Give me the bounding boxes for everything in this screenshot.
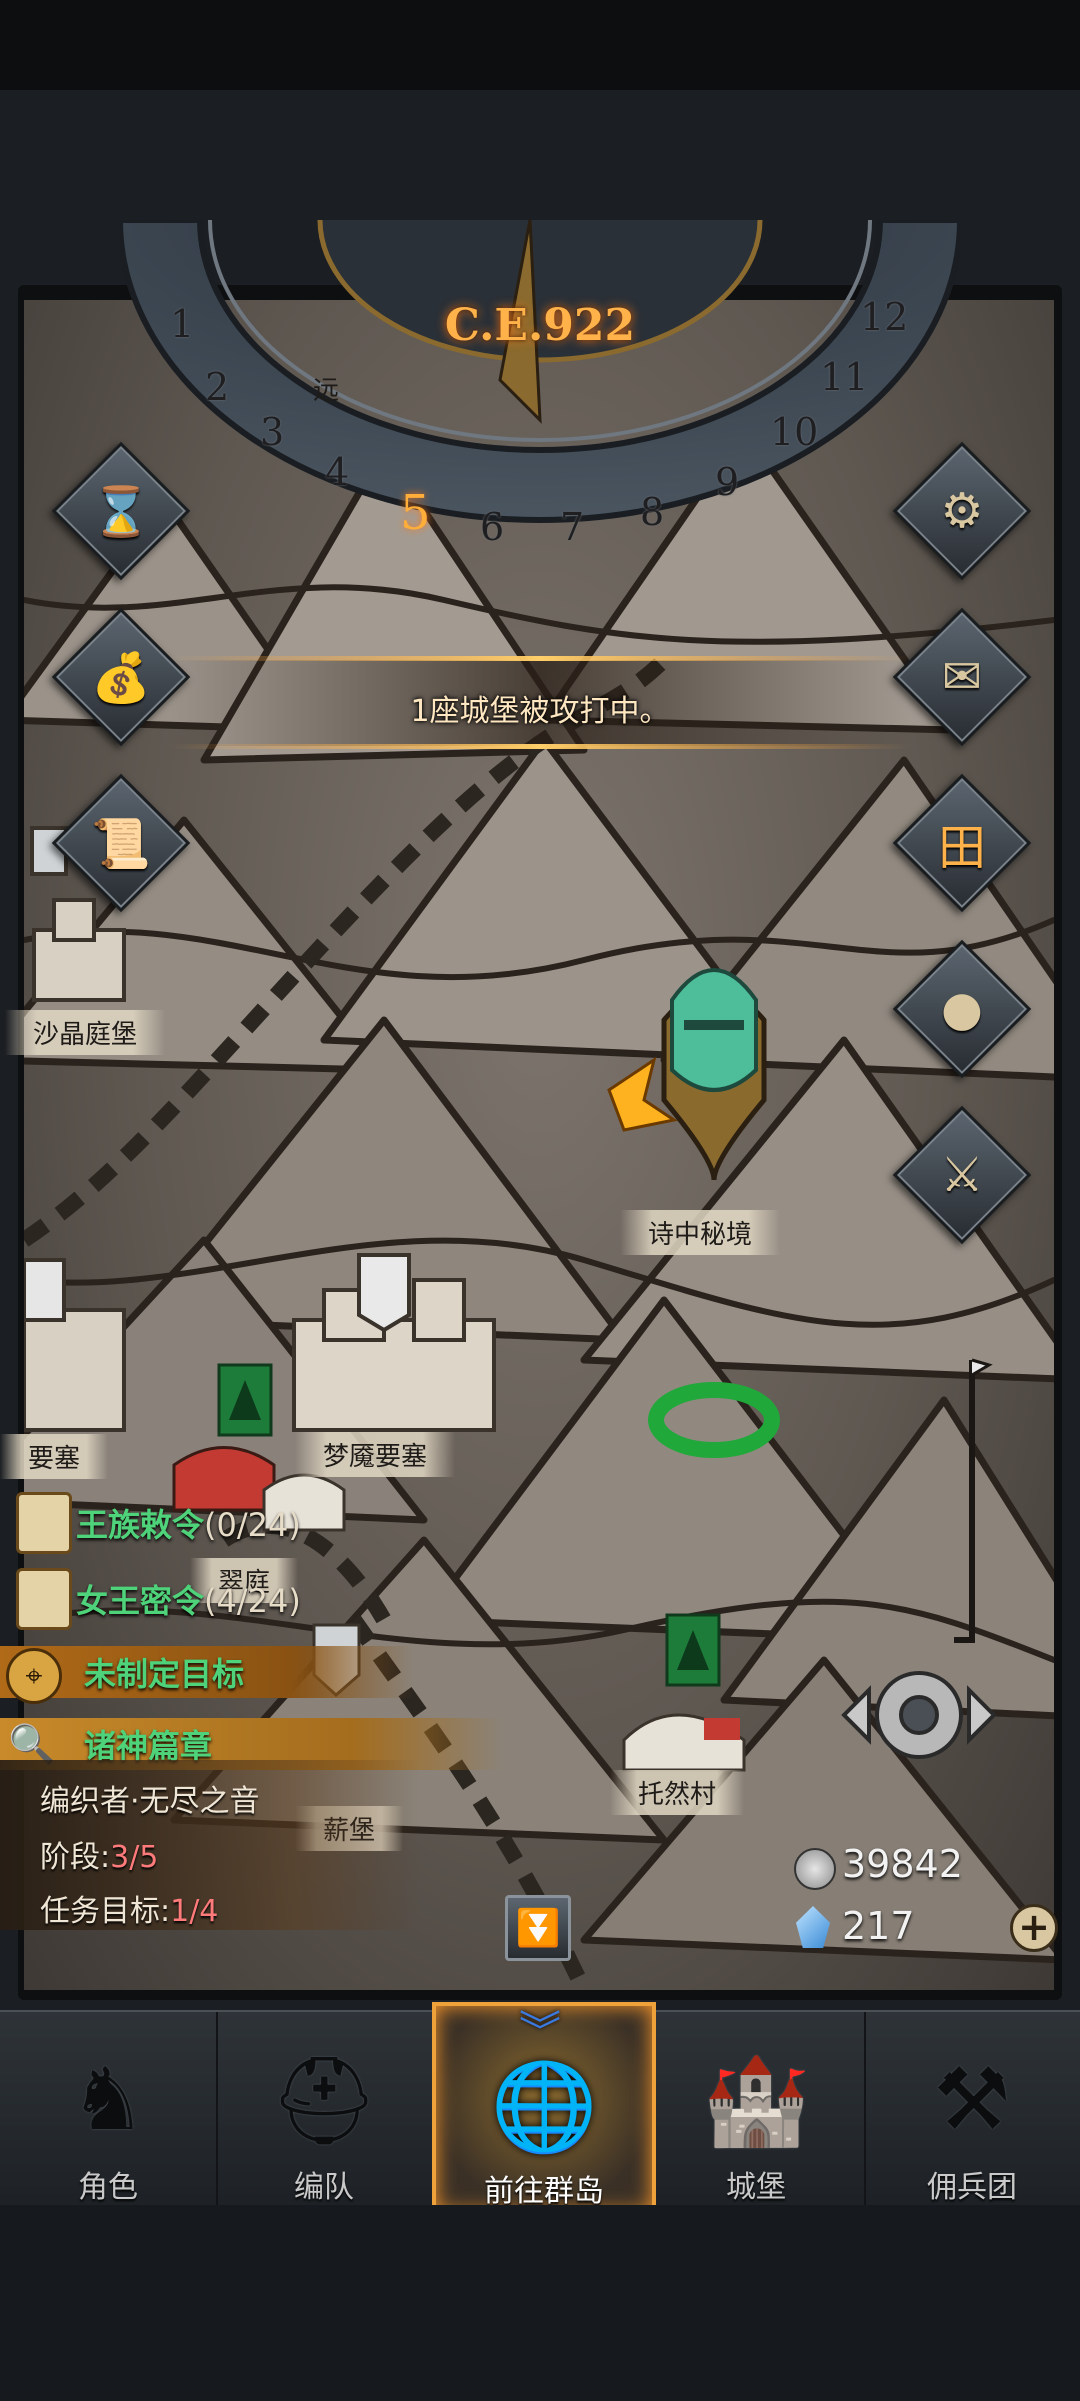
nav-tab-character[interactable]: ♞ 角色 — [0, 2012, 218, 2212]
nav-label-mercenary: 佣兵团 — [927, 2170, 1017, 2205]
month-3: 3 — [260, 410, 285, 454]
nav-tab-formation[interactable]: ⛑ 编队 — [216, 2012, 434, 2212]
place-label-torran[interactable]: 托然村 — [610, 1770, 745, 1815]
top-band — [0, 0, 1080, 90]
notice-text: 1座城堡被攻打中。 — [410, 694, 670, 729]
nav-tab-mercenary[interactable]: ⚒ 佣兵团 — [864, 2012, 1080, 2212]
settings-gear-icon: ⚙ — [940, 483, 984, 539]
collapse-arrow-icon: ⏬ — [515, 1908, 561, 1949]
coin-icon: ● — [941, 981, 983, 1037]
royal-order-label: 王族敕令 — [76, 1506, 205, 1544]
quest-target-value: 1/4 — [170, 1894, 219, 1929]
month-1: 1 — [170, 302, 195, 346]
month-7: 7 — [560, 505, 585, 549]
quest-stage-label: 阶段: — [40, 1840, 111, 1875]
place-label-dream-fortress[interactable]: 梦魇要塞 — [295, 1432, 456, 1477]
month-11: 11 — [820, 355, 869, 399]
castle-icon: 🏰 — [702, 2050, 810, 2151]
hourglass-icon: ⌛ — [91, 483, 151, 540]
bottom-band — [0, 2205, 1080, 2401]
quest-stage: 阶段:3/5 — [40, 1832, 158, 1876]
helmet-icon: ⛑ — [269, 2050, 379, 2151]
quest-stage-value: 3/5 — [110, 1840, 159, 1875]
month-10: 10 — [770, 410, 819, 454]
royal-order-row[interactable]: 王族敕令(0/24) — [76, 1500, 301, 1546]
mercenary-icon: ⚒ — [933, 2050, 1011, 2150]
quest-title: 编织者·无尽之音 — [40, 1784, 260, 1819]
queen-order-count: (4/24) — [204, 1582, 301, 1620]
silver-coin-icon — [794, 1848, 836, 1890]
helmet-sword-icon: ⚔ — [940, 1147, 984, 1203]
knight-icon: ♞ — [69, 2050, 147, 2150]
queen-order-row[interactable]: 女王密令(4/24) — [76, 1576, 301, 1622]
unset-goal-label: 未制定目标 — [84, 1655, 245, 1693]
target-icon: ⌖ — [6, 1648, 62, 1704]
place-label-poem-realm[interactable]: 诗中秘境 — [620, 1210, 781, 1255]
royal-order-count: (0/24) — [204, 1506, 301, 1544]
nav-label-character: 角色 — [78, 2170, 138, 2205]
month-ring: 1 2 3 4 5 6 7 8 9 10 11 12 — [120, 220, 960, 600]
queen-order-label: 女王密令 — [76, 1582, 205, 1620]
month-2: 2 — [205, 365, 230, 409]
month-9: 9 — [715, 460, 740, 504]
quest-target-label: 任务目标: — [40, 1894, 171, 1929]
quest-target: 任务目标:1/4 — [40, 1886, 218, 1930]
nav-label-castle: 城堡 — [726, 2170, 786, 2205]
month-5-current: 5 — [400, 485, 431, 541]
place-label-fortress[interactable]: 要塞 — [0, 1434, 109, 1479]
crystal-amount: 217 — [842, 1904, 915, 1948]
place-label-far[interactable]: 远 — [285, 366, 367, 411]
globe-icon: 🌐 — [490, 2056, 598, 2157]
map-grid-icon: 田 — [937, 820, 986, 876]
queen-order-scroll-icon — [16, 1568, 72, 1630]
nav-label-islands: 前往群岛 — [484, 2174, 604, 2209]
royal-order-scroll-icon — [16, 1492, 72, 1554]
place-label-shajing[interactable]: 沙晶庭堡 — [5, 1010, 166, 1055]
unset-goal-bar[interactable]: 未制定目标 — [0, 1646, 414, 1698]
scroll-icon: 📜 — [91, 815, 151, 872]
nav-label-formation: 编队 — [294, 2170, 354, 2205]
add-crystal-button[interactable]: + — [1010, 1904, 1058, 1952]
money-bag-icon: 💰 — [91, 649, 151, 706]
active-chevron-icon: ︾ — [518, 2007, 561, 2056]
month-12: 12 — [860, 295, 909, 339]
month-8: 8 — [640, 490, 665, 534]
nav-tab-castle[interactable]: 🏰 城堡 — [648, 2012, 866, 2212]
collapse-panel-button[interactable]: ⏬ — [505, 1895, 571, 1961]
mail-icon: ✉ — [941, 649, 983, 705]
quest-detail-panel[interactable]: 编织者·无尽之音 阶段:3/5 任务目标:1/4 — [0, 1760, 420, 1930]
month-6: 6 — [480, 505, 505, 549]
month-4: 4 — [325, 450, 350, 494]
silver-amount: 39842 — [842, 1842, 963, 1886]
